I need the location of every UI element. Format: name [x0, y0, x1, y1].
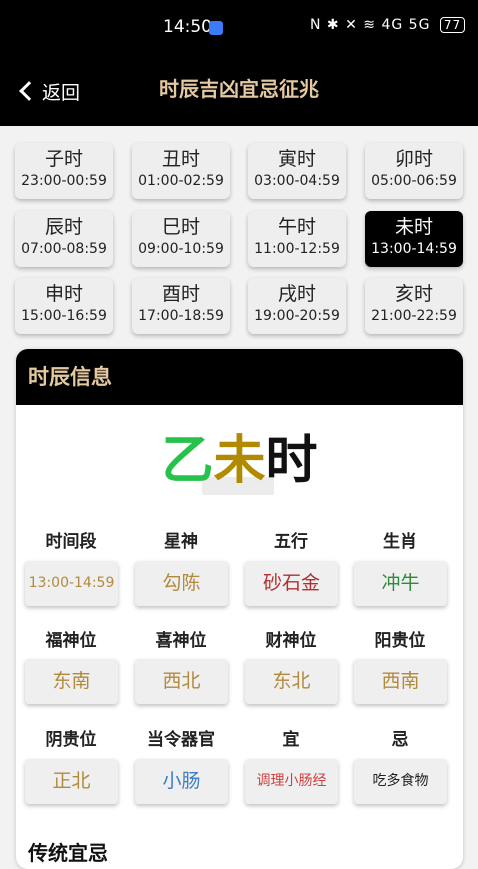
hour-range: 19:00-20:59: [254, 308, 340, 324]
hour-cell[interactable]: 亥时 21:00-22:59: [365, 278, 463, 334]
status-icons: N ✱ ✕ ≋ 4G 5G 77: [310, 17, 466, 33]
attribute-label: 当令器官: [147, 730, 215, 750]
hour-range: 15:00-16:59: [21, 308, 107, 324]
nav-bar: 返回 时辰吉凶宜忌征兆: [0, 56, 478, 126]
hour-name: 子时: [44, 148, 83, 170]
hour-name: 卯时: [394, 148, 433, 170]
attribute-value: 东北: [245, 659, 338, 704]
attribute-label: 福神位: [45, 631, 97, 651]
attribute-label: 生肖: [383, 532, 417, 552]
hour-ganzhi-title: 乙未时: [16, 429, 463, 493]
attribute-value: 东南: [25, 659, 118, 704]
attribute-label: 阴贵位: [45, 730, 97, 750]
hour-cell[interactable]: 酉时 17:00-18:59: [132, 278, 230, 334]
notification-icon: [209, 21, 223, 35]
attribute-label: 忌: [391, 730, 409, 750]
hour-range: 11:00-12:59: [254, 241, 340, 257]
hour-cell[interactable]: 巳时 09:00-10:59: [132, 211, 230, 267]
attribute-value: 吃多食物: [354, 759, 447, 804]
hour-name: 未时: [394, 216, 433, 238]
hour-cell[interactable]: 寅时 03:00-04:59: [248, 143, 346, 199]
hour-name: 巳时: [161, 216, 200, 238]
attribute-value: 13:00-14:59: [25, 561, 118, 606]
attribute-label: 阳贵位: [374, 631, 426, 651]
status-bar: 14:50 N ✱ ✕ ≋ 4G 5G 77: [0, 0, 478, 56]
hour-name: 亥时: [394, 283, 433, 305]
hour-cell[interactable]: 戌时 19:00-20:59: [248, 278, 346, 334]
hour-range: 05:00-06:59: [371, 173, 457, 189]
title-stem: 乙: [161, 431, 214, 491]
attribute-value: 小肠: [135, 759, 228, 804]
attribute-value: 冲牛: [354, 561, 447, 606]
attribute-label: 五行: [274, 532, 308, 552]
hour-range: 03:00-04:59: [254, 173, 340, 189]
hour-range: 09:00-10:59: [138, 241, 224, 257]
attribute-label: 星神: [164, 532, 198, 552]
attribute-value: 勾陈: [135, 561, 228, 606]
hour-range: 07:00-08:59: [21, 241, 107, 257]
hour-name: 酉时: [161, 283, 200, 305]
attribute-value: 砂石金: [245, 561, 338, 606]
hour-range: 23:00-00:59: [21, 173, 107, 189]
title-branch: 未: [213, 431, 266, 491]
hour-cell[interactable]: 申时 15:00-16:59: [15, 278, 113, 334]
hour-cell[interactable]: 丑时 01:00-02:59: [132, 143, 230, 199]
hour-name: 午时: [277, 216, 316, 238]
hour-name: 丑时: [161, 148, 200, 170]
hour-range: 21:00-22:59: [371, 308, 457, 324]
battery-level: 77: [443, 18, 462, 32]
attribute-label: 宜: [282, 730, 300, 750]
signal-icons: N ✱ ✕ ≋ 4G 5G: [310, 17, 431, 33]
section-title: 传统宜忌: [28, 841, 108, 865]
status-time: 14:50: [163, 17, 212, 37]
hour-cell[interactable]: 辰时 07:00-08:59: [15, 211, 113, 267]
hour-name: 寅时: [277, 148, 316, 170]
hour-cell[interactable]: 子时 23:00-00:59: [15, 143, 113, 199]
hour-cell[interactable]: 午时 11:00-12:59: [248, 211, 346, 267]
card-header: 时辰信息: [16, 349, 463, 405]
attribute-label: 财神位: [265, 631, 317, 651]
hour-cell[interactable]: 未时 13:00-14:59: [365, 211, 463, 267]
attribute-value: 正北: [25, 759, 118, 804]
attribute-label: 时间段: [45, 532, 97, 552]
attribute-value: 西南: [354, 659, 447, 704]
hour-range: 17:00-18:59: [138, 308, 224, 324]
hour-range: 01:00-02:59: [138, 173, 224, 189]
hour-name: 戌时: [277, 283, 316, 305]
page-title: 时辰吉凶宜忌征兆: [159, 77, 319, 101]
attribute-value: 西北: [135, 659, 228, 704]
battery-icon: 77: [439, 17, 466, 33]
hour-name: 申时: [44, 283, 83, 305]
hour-range: 13:00-14:59: [371, 241, 457, 257]
attribute-value: 调理小肠经: [245, 759, 338, 804]
attribute-label: 喜神位: [155, 631, 207, 651]
hour-name: 辰时: [44, 216, 83, 238]
info-card: 时辰信息 乙未时 时间段 13:00-14:59 星神勾陈 五行砂石金 生肖冲牛福神位东…: [16, 349, 463, 869]
hour-cell[interactable]: 卯时 05:00-06:59: [365, 143, 463, 199]
title-suffix: 时: [265, 431, 318, 491]
